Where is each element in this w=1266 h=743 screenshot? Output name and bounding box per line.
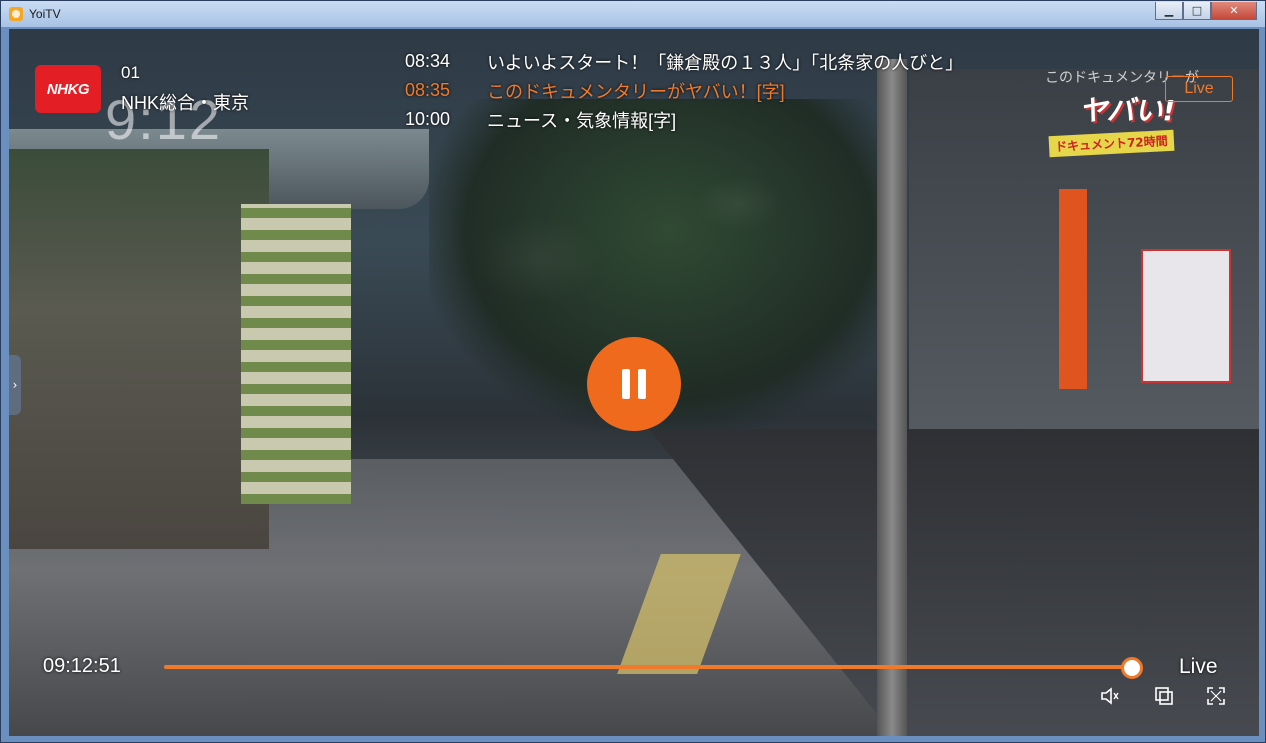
- program-row[interactable]: 08:34 いよいよスタート！「鎌倉殿の１３人」「北条家の人びと」: [405, 47, 963, 76]
- picture-in-picture-icon[interactable]: [1153, 685, 1175, 707]
- video-scene-stairs: [241, 204, 351, 504]
- app-logo-icon: [9, 7, 23, 21]
- program-title: このドキュメンタリーがヤバい！[字]: [487, 81, 785, 102]
- program-guide: 08:34 いよいよスタート！「鎌倉殿の１３人」「北条家の人びと」 08:35 …: [405, 47, 963, 134]
- app-title: YoiTV: [29, 7, 61, 21]
- live-label[interactable]: Live: [1179, 655, 1218, 679]
- program-row-current[interactable]: 08:35 このドキュメンタリーがヤバい！[字]: [405, 76, 963, 105]
- pause-icon: [622, 369, 630, 399]
- video-scene-pole: [877, 59, 907, 736]
- program-time: 08:34: [405, 51, 451, 71]
- side-panel-toggle[interactable]: ›: [9, 355, 21, 415]
- app-window: YoiTV ▁ □ ✕ このドキュメンタリーが ヤバい! ドキュメント72時間 …: [0, 0, 1266, 743]
- pause-icon: [638, 369, 646, 399]
- channel-number: 01: [121, 63, 140, 82]
- channel-logo: NHKG: [35, 65, 101, 113]
- program-title: ニュース・気象情報[字]: [487, 110, 677, 131]
- volume-icon[interactable]: [1099, 685, 1121, 707]
- close-button[interactable]: ✕: [1211, 2, 1257, 20]
- live-button[interactable]: Live: [1165, 76, 1233, 102]
- minimize-button[interactable]: ▁: [1155, 2, 1183, 20]
- program-time: 10:00: [405, 109, 451, 129]
- window-controls: ▁ □ ✕: [1155, 2, 1257, 20]
- title-bar[interactable]: YoiTV ▁ □ ✕: [1, 1, 1265, 27]
- progress-fill: [164, 665, 1130, 669]
- pause-button[interactable]: [587, 337, 681, 431]
- current-time: 09:12:51: [43, 655, 121, 677]
- channel-name: NHK総合・東京: [121, 93, 250, 113]
- broadcast-watermark-title: ヤバい!: [1079, 94, 1176, 127]
- program-time: 08:35: [405, 80, 451, 100]
- video-player[interactable]: このドキュメンタリーが ヤバい! ドキュメント72時間 9:12 NHKG 01…: [9, 29, 1259, 736]
- progress-bar[interactable]: [164, 657, 1144, 679]
- channel-logo-text: NHKG: [46, 80, 90, 98]
- video-scene-building: [9, 149, 269, 549]
- video-scene-sign: [1141, 249, 1231, 383]
- fullscreen-icon[interactable]: [1205, 685, 1227, 707]
- video-scene-sign: [1059, 189, 1087, 389]
- program-title: いよいよスタート！「鎌倉殿の１３人」「北条家の人びと」: [487, 52, 964, 73]
- program-row[interactable]: 10:00 ニュース・気象情報[字]: [405, 105, 963, 134]
- maximize-button[interactable]: □: [1183, 2, 1211, 20]
